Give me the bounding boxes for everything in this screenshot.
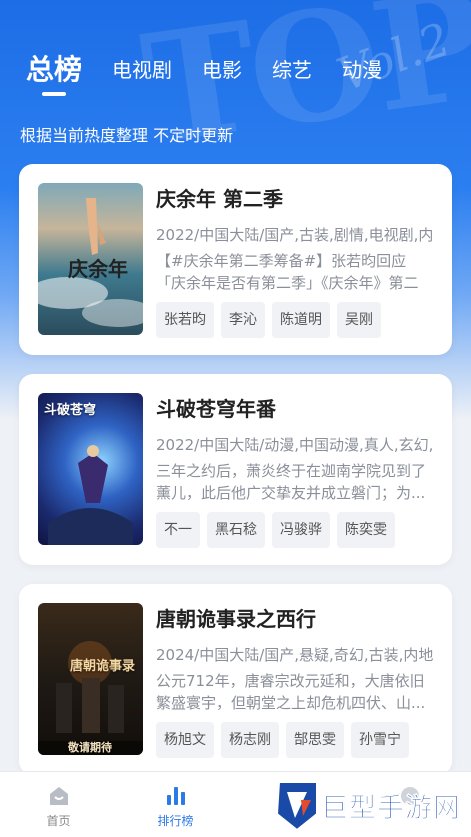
poster-image: 斗破苍穹 bbox=[38, 393, 143, 545]
tab-variety[interactable]: 综艺 bbox=[272, 44, 312, 83]
page-subtitle: 根据当前热度整理 不定时更新 bbox=[20, 126, 234, 145]
ranking-card[interactable]: 唐朝诡事录 敬请期待 唐朝诡事录之西行 2024/中国大陆/国产,悬疑,奇幻,古… bbox=[19, 584, 452, 775]
poster-label: 唐朝诡事录 bbox=[70, 659, 136, 674]
actor-list: 张若昀 李沁 陈道明 吴刚 bbox=[156, 302, 436, 338]
tab-label: 动漫 bbox=[342, 58, 383, 82]
poster-image: 唐朝诡事录 敬请期待 bbox=[38, 603, 143, 755]
actor-tag[interactable]: 陈道明 bbox=[272, 302, 330, 338]
ranking-card[interactable]: 庆余年 庆余年 第二季 2022/中国大陆/国产,古装,剧情,电视剧,内 【#庆… bbox=[19, 164, 452, 355]
card-description: 三年之约后，萧炎终于在迦南学院见到了薰儿，此后他广交挚友并成立磐门；为... bbox=[156, 462, 427, 502]
nav-label: 排行榜 bbox=[157, 814, 194, 828]
tab-all[interactable]: 总榜 bbox=[26, 44, 83, 96]
actor-list: 杨旭文 杨志刚 郜思雯 孙雪宁 bbox=[156, 722, 436, 758]
ranking-card[interactable]: 斗破苍穹 斗破苍穹年番 2022/中国大陆/动漫,中国动漫,真人,玄幻, 三年之… bbox=[19, 374, 452, 565]
active-tab-indicator bbox=[42, 92, 66, 96]
poster-label: 斗破苍穹 bbox=[44, 403, 97, 418]
actor-list: 不一 黑石稔 冯骏骅 陈奕雯 bbox=[156, 512, 436, 548]
watermark-logo-icon bbox=[275, 781, 318, 832]
tab-label: 综艺 bbox=[272, 58, 313, 82]
nav-home[interactable]: 首页 bbox=[0, 772, 117, 837]
actor-tag[interactable]: 郜思雯 bbox=[286, 722, 344, 758]
actor-tag[interactable]: 黑石稔 bbox=[207, 512, 265, 548]
tab-anime[interactable]: 动漫 bbox=[342, 44, 382, 83]
rank-icon bbox=[166, 787, 185, 805]
poster-caption: 敬请期待 bbox=[68, 741, 112, 754]
poster-label: 庆余年 bbox=[68, 257, 128, 281]
tab-movie[interactable]: 电影 bbox=[202, 44, 242, 83]
tab-tv[interactable]: 电视剧 bbox=[112, 44, 172, 83]
nav-label: 首页 bbox=[46, 814, 71, 828]
tab-label: 电视剧 bbox=[112, 58, 173, 82]
actor-tag[interactable]: 不一 bbox=[156, 512, 200, 548]
actor-tag[interactable]: 吴刚 bbox=[337, 302, 381, 338]
card-title: 庆余年 第二季 bbox=[156, 187, 283, 211]
actor-tag[interactable]: 冯骏骅 bbox=[272, 512, 330, 548]
card-title: 斗破苍穹年番 bbox=[156, 397, 276, 421]
card-title: 唐朝诡事录之西行 bbox=[156, 607, 316, 631]
actor-tag[interactable]: 杨志刚 bbox=[221, 722, 279, 758]
home-icon bbox=[49, 787, 68, 805]
card-meta: 2022/中国大陆/国产,古装,剧情,电视剧,内 bbox=[156, 226, 434, 244]
nav-ranking[interactable]: 排行榜 bbox=[117, 772, 234, 837]
card-description: 【#庆余年第二季筹备#】张若昀回应「庆余年是否有第二季」《庆余年》第二季... bbox=[156, 252, 419, 292]
site-watermark: 巨型手游网 bbox=[273, 777, 465, 833]
actor-tag[interactable]: 孙雪宁 bbox=[351, 722, 409, 758]
actor-tag[interactable]: 李沁 bbox=[221, 302, 265, 338]
actor-tag[interactable]: 杨旭文 bbox=[156, 722, 214, 758]
actor-tag[interactable]: 陈奕雯 bbox=[337, 512, 395, 548]
poster-image: 庆余年 bbox=[38, 183, 143, 335]
card-meta: 2024/中国大陆/国产,悬疑,奇幻,古装,内地 bbox=[156, 646, 434, 664]
card-meta: 2022/中国大陆/动漫,中国动漫,真人,玄幻, bbox=[156, 436, 434, 454]
card-description: 公元712年，唐睿宗改元延和，大唐依旧繁盛寰宇，但朝堂之上却危机四伏、山... bbox=[156, 672, 426, 712]
watermark-text: 巨型手游网 bbox=[321, 792, 461, 824]
category-tabs: 总榜 电视剧 电影 综艺 动漫 bbox=[26, 44, 471, 96]
actor-tag[interactable]: 张若昀 bbox=[156, 302, 214, 338]
tab-label: 电影 bbox=[202, 58, 243, 82]
tab-label: 总榜 bbox=[26, 53, 83, 86]
